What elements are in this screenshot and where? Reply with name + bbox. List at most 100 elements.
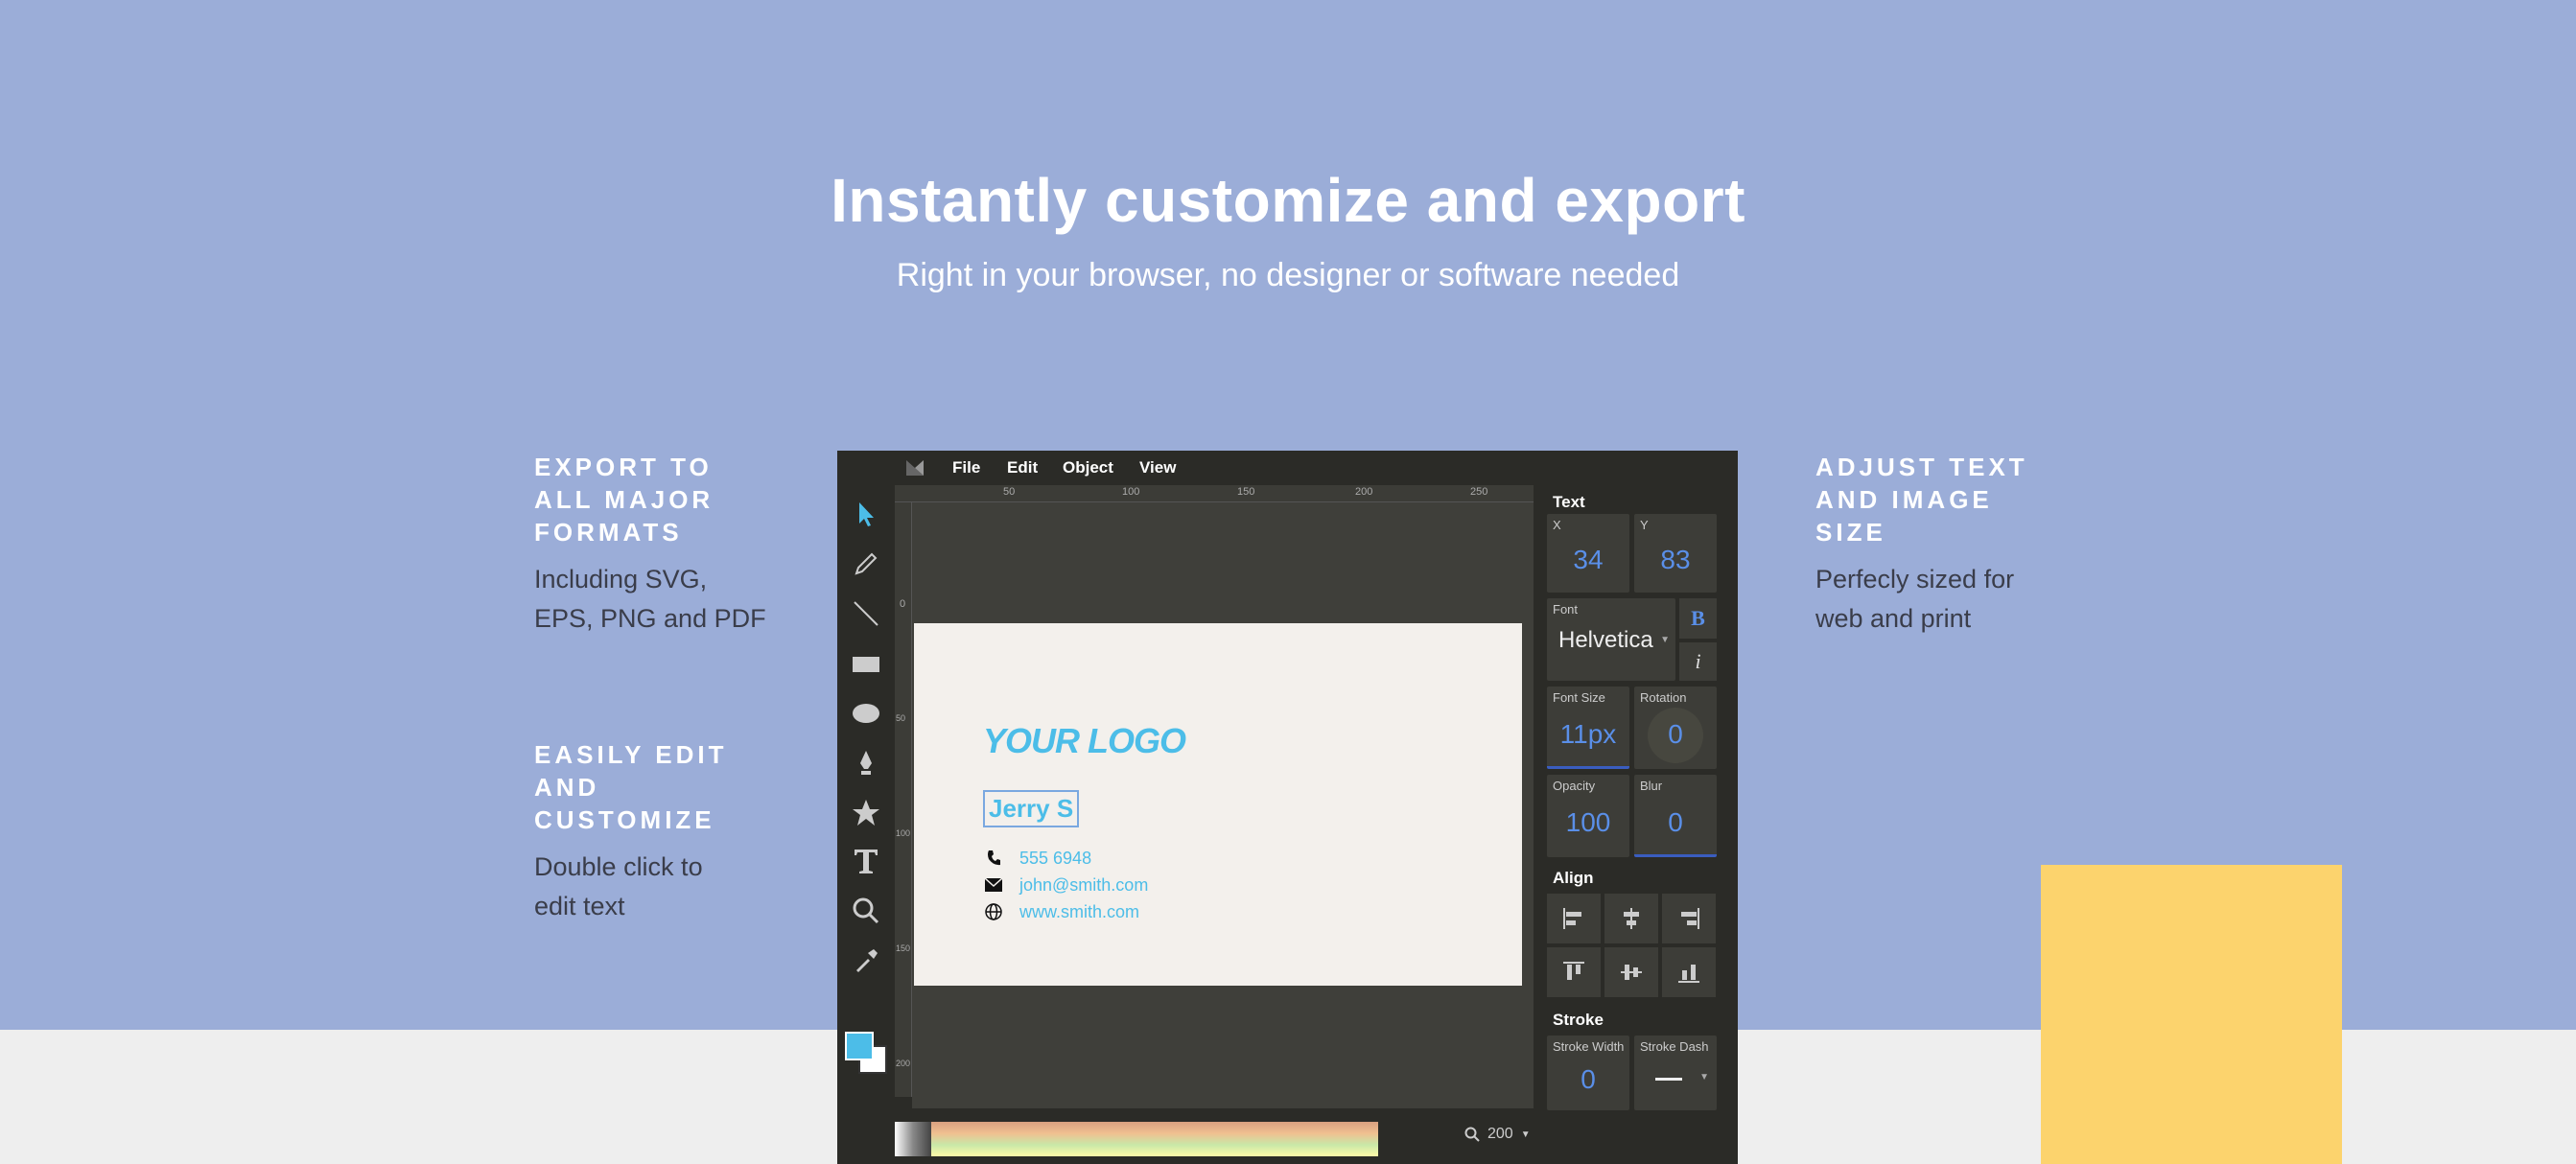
font-label: Font — [1553, 602, 1579, 617]
card-website: www.smith.com — [1019, 901, 1140, 921]
x-value: 34 — [1573, 545, 1604, 574]
menu-object[interactable]: Object — [1063, 458, 1113, 477]
italic-button[interactable]: i — [1679, 642, 1717, 681]
y-position-field[interactable]: Y 83 — [1634, 514, 1717, 593]
pencil-icon — [855, 552, 878, 575]
chevron-down-icon: ▼ — [1699, 1072, 1709, 1083]
grayscale-palette[interactable] — [895, 1122, 931, 1156]
cursor-arrow-icon — [859, 502, 874, 526]
stroke-width-value: 0 — [1581, 1064, 1596, 1094]
opacity-field[interactable]: Opacity 100 — [1547, 775, 1629, 857]
ruler-tick-label: 50 — [896, 713, 906, 723]
stroke-dash-label: Stroke Dash — [1640, 1039, 1709, 1054]
align-section-title: Align — [1553, 869, 1594, 887]
card-logo-text[interactable]: YOUR LOGO — [983, 721, 1186, 761]
line-tool[interactable] — [847, 594, 885, 633]
align-top-icon — [1563, 962, 1584, 980]
ellipse-tool[interactable] — [847, 694, 885, 733]
align-right-button[interactable] — [1662, 894, 1716, 943]
align-top-button[interactable] — [1547, 947, 1601, 997]
rectangle-icon — [853, 657, 879, 672]
menu-view[interactable]: View — [1139, 458, 1176, 477]
pencil-tool[interactable] — [847, 545, 885, 583]
properties-panel: Text X 34 Y 83 Font Helvetica ▼ B i Font… — [1541, 485, 1738, 1164]
feature-export-title: EXPORT TO ALL MAJOR FORMATS — [534, 453, 714, 547]
stroke-width-field[interactable]: Stroke Width 0 — [1547, 1036, 1629, 1110]
align-center-icon — [1624, 908, 1639, 929]
y-label: Y — [1640, 518, 1649, 532]
blur-field[interactable]: Blur 0 — [1634, 775, 1717, 857]
feature-export: EXPORT TO ALL MAJOR FORMATS Including SV… — [534, 451, 784, 639]
card-web-row[interactable]: www.smith.com — [983, 901, 1139, 922]
stroke-dash-select[interactable]: Stroke Dash ▼ — [1634, 1036, 1717, 1110]
rotation-label: Rotation — [1640, 690, 1687, 705]
eyedropper-tool[interactable] — [847, 942, 885, 980]
business-card[interactable]: YOUR LOGO Jerry S 555 6948 john@smith.co… — [914, 623, 1522, 986]
feature-export-desc: Including SVG, EPS, PNG and PDF — [534, 565, 766, 633]
ruler-tick-label: 200 — [1355, 486, 1373, 498]
feature-edit-title: EASILY EDIT AND CUSTOMIZE — [534, 740, 728, 834]
zoom-level: 200 — [1487, 1126, 1513, 1142]
ruler-tick-label: 100 — [1122, 486, 1140, 498]
decorative-yellow-block — [2041, 865, 2342, 1164]
zoom-tool[interactable] — [847, 892, 885, 930]
align-bottom-button[interactable] — [1662, 947, 1716, 997]
stroke-width-label: Stroke Width — [1553, 1039, 1625, 1054]
magnifier-icon — [1464, 1127, 1480, 1142]
chevron-down-icon: ▼ — [1520, 1129, 1531, 1140]
stroke-section-title: Stroke — [1553, 1011, 1604, 1029]
align-middle-button[interactable] — [1604, 947, 1658, 997]
font-value: Helvetica — [1558, 627, 1653, 653]
star-tool[interactable] — [847, 794, 885, 832]
menu-edit[interactable]: Edit — [1007, 458, 1038, 477]
editor-window: File Edit Object View 50 100 150 200 250… — [837, 451, 1738, 1164]
feature-edit: EASILY EDIT AND CUSTOMIZE Double click t… — [534, 738, 784, 926]
bold-button[interactable]: B — [1679, 598, 1717, 639]
text-tool[interactable] — [847, 842, 885, 880]
opacity-value: 100 — [1565, 807, 1611, 837]
align-center-button[interactable] — [1604, 894, 1658, 943]
feature-edit-desc: Double click to edit text — [534, 852, 703, 920]
fill-color-swatch[interactable] — [845, 1032, 874, 1060]
blur-value: 0 — [1668, 807, 1683, 837]
tool-palette — [837, 485, 895, 1164]
text-t-icon — [855, 850, 878, 873]
select-tool[interactable] — [847, 495, 885, 533]
ellipse-icon — [853, 704, 879, 723]
ruler-tick-label: 250 — [1470, 486, 1488, 498]
align-left-icon — [1563, 908, 1581, 929]
x-position-field[interactable]: X 34 — [1547, 514, 1629, 593]
color-palette[interactable] — [895, 1122, 1378, 1156]
globe-icon — [983, 901, 1004, 922]
rotation-field[interactable]: Rotation 0 — [1634, 687, 1717, 769]
feature-adjust-desc: Perfecly sized for web and print — [1815, 565, 2015, 633]
align-right-icon — [1681, 908, 1699, 929]
eyedropper-icon — [856, 949, 878, 972]
align-middle-icon — [1621, 965, 1642, 980]
ruler-tick-label: 0 — [900, 598, 906, 610]
card-email-row[interactable]: john@smith.com — [983, 874, 1148, 896]
align-left-button[interactable] — [1547, 894, 1601, 943]
menu-file[interactable]: File — [952, 458, 980, 477]
zoom-control[interactable]: 200 ▼ — [1464, 1126, 1531, 1143]
page-subheadline: Right in your browser, no designer or so… — [896, 257, 1680, 293]
page-headline: Instantly customize and export — [831, 166, 1745, 235]
horizontal-ruler: 50 100 150 200 250 — [895, 485, 1534, 502]
card-phone-row[interactable]: 555 6948 — [983, 848, 1091, 869]
x-label: X — [1553, 518, 1561, 532]
align-bottom-icon — [1678, 965, 1699, 983]
magnifier-icon — [853, 897, 879, 924]
feature-adjust: ADJUST TEXT AND IMAGE SIZE Perfecly size… — [1815, 451, 2065, 639]
line-icon — [854, 601, 878, 626]
card-name-text[interactable]: Jerry S — [983, 790, 1080, 827]
rectangle-tool[interactable] — [847, 644, 885, 683]
font-family-select[interactable]: Font Helvetica ▼ — [1547, 598, 1675, 681]
chevron-down-icon: ▼ — [1660, 635, 1670, 645]
pen-tool[interactable] — [847, 744, 885, 782]
font-size-field[interactable]: Font Size 11px — [1547, 687, 1629, 769]
ruler-tick-label: 150 — [896, 943, 911, 953]
envelope-icon — [983, 874, 1004, 896]
solid-line-icon — [1655, 1078, 1682, 1081]
font-size-label: Font Size — [1553, 690, 1605, 705]
text-section-title: Text — [1553, 493, 1585, 511]
